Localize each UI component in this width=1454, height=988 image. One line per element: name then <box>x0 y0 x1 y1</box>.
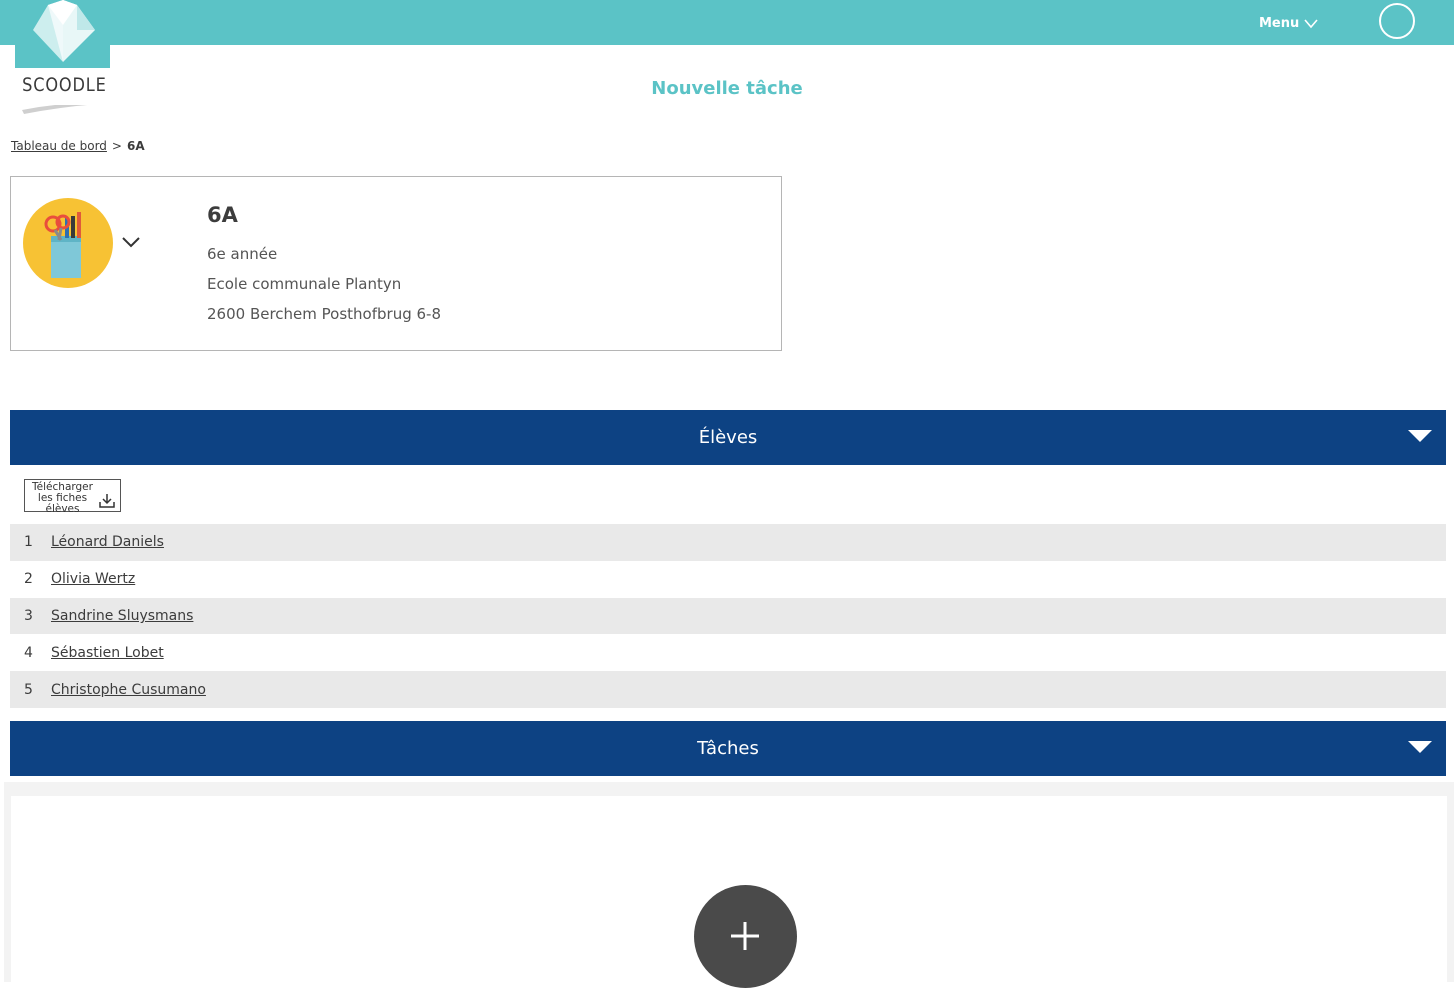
tasks-section-header[interactable]: Tâches <box>10 721 1446 776</box>
student-link[interactable]: Sébastien Lobet <box>51 645 164 661</box>
logo-mark-icon <box>15 0 110 68</box>
triangle-down-icon <box>1408 741 1432 753</box>
breadcrumb-current: 6A <box>126 139 145 153</box>
plus-icon <box>731 922 759 950</box>
student-number: 2 <box>24 571 33 588</box>
download-student-sheets-button[interactable]: Télécharger les fiches élèves <box>24 479 121 515</box>
list-item: 3 Sandrine Sluysmans <box>10 597 1446 635</box>
list-item: 4 Sébastien Lobet <box>10 634 1446 671</box>
list-item: 5 Christophe Cusumano <box>10 671 1446 708</box>
add-task-button[interactable] <box>694 885 797 988</box>
download-label-line-3: élèves <box>45 503 80 515</box>
breadcrumb: Tableau de bord > 6A <box>11 139 145 153</box>
student-link[interactable]: Sandrine Sluysmans <box>51 608 193 624</box>
top-bar <box>0 0 1454 45</box>
students-section-header[interactable]: Élèves <box>10 410 1446 465</box>
menu-button[interactable]: Menu <box>1259 13 1319 33</box>
logo-text: SCOODLE <box>22 74 107 96</box>
menu-label: Menu <box>1259 15 1300 31</box>
student-number: 1 <box>24 534 33 551</box>
chevron-down-icon <box>1304 19 1318 29</box>
student-number: 5 <box>24 681 33 698</box>
breadcrumb-separator: > <box>111 139 122 153</box>
class-dropdown-chevron-icon[interactable] <box>121 235 141 249</box>
list-item: 2 Olivia Wertz <box>10 561 1446 598</box>
page-title: Nouvelle tâche <box>651 78 803 99</box>
student-link[interactable]: Christophe Cusumano <box>51 682 206 698</box>
student-link[interactable]: Olivia Wertz <box>51 571 135 587</box>
class-card: 6A 6e année Ecole communale Plantyn 2600… <box>10 176 782 351</box>
user-avatar-button[interactable] <box>1379 3 1415 39</box>
class-name: 6A <box>207 203 238 227</box>
pencil-cup-icon <box>23 198 113 288</box>
class-grade: 6e année <box>207 245 278 263</box>
student-number: 3 <box>24 607 33 624</box>
student-number: 4 <box>24 644 33 661</box>
breadcrumb-dashboard-link[interactable]: Tableau de bord <box>11 139 107 153</box>
scoodle-logo[interactable]: SCOODLE <box>15 0 110 105</box>
triangle-down-icon <box>1408 430 1432 442</box>
tasks-section-title: Tâches <box>697 738 759 759</box>
students-list: 1 Léonard Daniels 2 Olivia Wertz 3 Sandr… <box>10 524 1446 708</box>
download-icon <box>99 494 115 508</box>
class-school: Ecole communale Plantyn <box>207 275 402 293</box>
students-section-title: Élèves <box>698 427 758 448</box>
class-address: 2600 Berchem Posthofbrug 6-8 <box>207 305 441 323</box>
student-link[interactable]: Léonard Daniels <box>51 534 164 550</box>
list-item: 1 Léonard Daniels <box>10 524 1446 561</box>
